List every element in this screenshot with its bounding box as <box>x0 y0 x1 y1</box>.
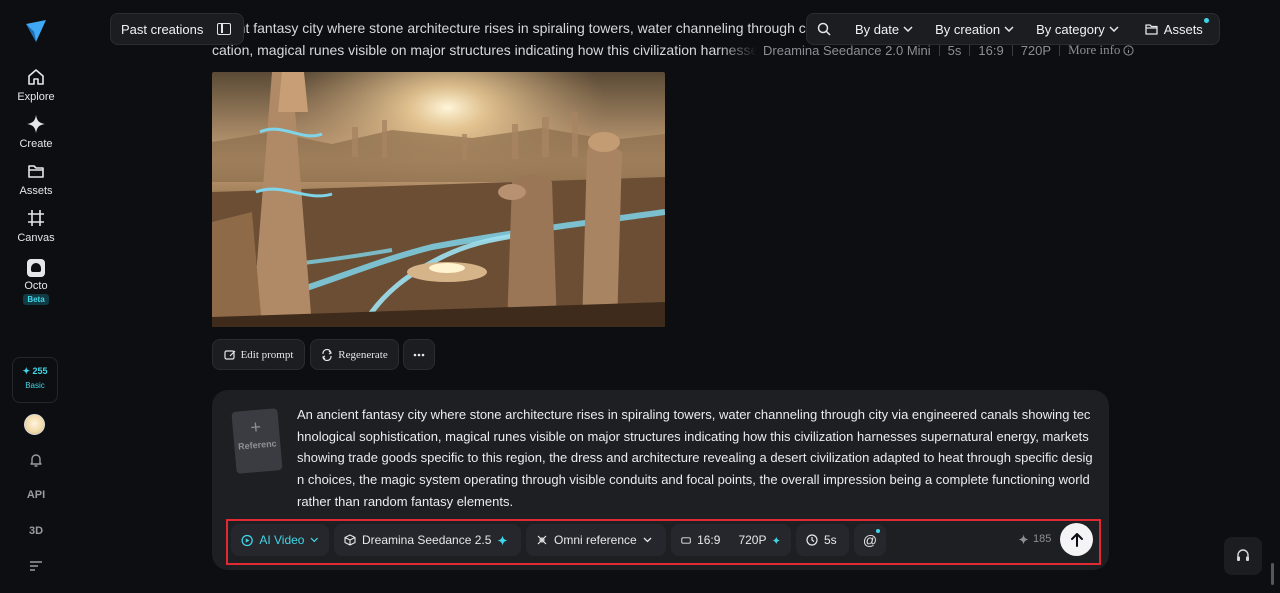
arrow-up-icon <box>1070 533 1083 547</box>
divider <box>938 44 940 56</box>
sidebar-item-canvas[interactable]: Canvas <box>0 208 72 244</box>
filter-label: By creation <box>935 21 1001 37</box>
beta-badge: Beta <box>23 294 49 305</box>
notification-dot <box>876 529 880 533</box>
chevron-down-icon <box>643 537 652 543</box>
regenerate-label: Regenerate <box>338 348 388 361</box>
sidebar-item-label: Octo <box>24 280 48 292</box>
scrollbar-thumb[interactable] <box>1271 563 1274 585</box>
mode-label: AI Video <box>259 533 305 547</box>
octo-icon <box>27 259 45 277</box>
api-link[interactable]: API <box>0 489 72 501</box>
mention-button[interactable]: @ <box>854 524 886 556</box>
filter-label: By date <box>855 21 900 37</box>
ratio-resolution-select[interactable]: 16:9 720P <box>671 524 791 556</box>
sidebar-item-label: Canvas <box>17 232 55 244</box>
divider <box>1059 44 1061 56</box>
mode-select[interactable]: AI Video <box>231 524 329 556</box>
sparkle-icon <box>772 536 781 544</box>
sidebar-item-explore[interactable]: Explore <box>0 67 72 103</box>
notification-dot <box>1203 17 1209 23</box>
filter-by-creation[interactable]: By creation <box>935 22 1014 37</box>
search-icon[interactable] <box>807 22 841 36</box>
filter-label: By category <box>1036 21 1105 37</box>
credit-cost-value: 185 <box>1033 533 1052 545</box>
edit-icon <box>223 349 235 360</box>
more-options-button[interactable] <box>403 339 435 370</box>
edit-prompt-button[interactable]: Edit prompt <box>212 339 305 370</box>
duration-label: 5s <box>824 533 837 547</box>
generation-prompt-line: ncient fantasy city where stone architec… <box>212 20 806 36</box>
sidebar-item-assets[interactable]: Assets <box>0 161 72 197</box>
reference-upload[interactable]: + Referenc <box>231 408 283 474</box>
dreamina-logo-icon[interactable] <box>24 18 48 44</box>
chevron-down-icon <box>310 537 319 543</box>
sidebar-item-label: Explore <box>17 91 55 103</box>
credits-count: ✦ 255 <box>22 366 48 376</box>
sidebar-toggle-icon <box>217 23 232 35</box>
resolution-label: 720P <box>738 533 767 547</box>
sparkle-icon <box>497 535 508 545</box>
sidebar-item-octo[interactable]: Octo Beta <box>0 259 72 305</box>
divider <box>969 44 971 56</box>
filter-by-category[interactable]: By category <box>1036 22 1119 37</box>
sparkle-icon <box>26 114 46 134</box>
generation-prompt-line: cation, magical runes visible on major s… <box>212 42 757 60</box>
filter-bar: By date By creation By category Assets <box>806 13 1220 45</box>
3d-link[interactable]: 3D <box>0 525 72 537</box>
app-root: Explore Create Assets Canvas Octo Beta ✦… <box>0 0 1280 593</box>
menu-icon[interactable] <box>0 560 72 572</box>
reference-mode-label: Omni reference <box>554 533 637 547</box>
generate-button[interactable] <box>1060 523 1093 556</box>
edit-prompt-label: Edit prompt <box>240 348 294 361</box>
support-button[interactable] <box>1224 537 1262 575</box>
bell-icon[interactable] <box>0 452 72 468</box>
headset-icon <box>1237 549 1249 561</box>
divider <box>1011 44 1013 56</box>
sidebar-item-create[interactable]: Create <box>0 114 72 150</box>
chevron-down-icon <box>1004 26 1014 32</box>
sidebar: Explore Create Assets Canvas Octo Beta ✦… <box>0 0 72 593</box>
generated-image[interactable] <box>212 72 665 327</box>
home-icon <box>26 67 46 87</box>
avatar[interactable] <box>24 414 45 435</box>
plus-icon: + <box>249 416 262 438</box>
credits-value: 255 <box>32 366 48 376</box>
plan-label: Basic <box>25 381 45 390</box>
model-label: Dreamina Seedance 2.5 <box>362 533 492 547</box>
omni-reference-icon <box>537 535 547 545</box>
chevron-down-icon <box>903 26 913 32</box>
folder-icon <box>26 161 46 181</box>
canvas-icon <box>26 208 46 228</box>
mention-label: @ <box>862 532 878 548</box>
regenerate-button[interactable]: Regenerate <box>310 339 399 370</box>
model-select[interactable]: Dreamina Seedance 2.5 <box>334 524 521 556</box>
assets-button[interactable]: Assets <box>1145 17 1209 37</box>
assets-label: Assets <box>1163 21 1203 37</box>
info-icon <box>1123 44 1135 56</box>
reference-label: Referenc <box>237 438 277 452</box>
chevron-down-icon <box>1109 26 1119 32</box>
cube-icon <box>344 534 356 546</box>
sparkle-icon <box>1018 534 1029 544</box>
past-creations-label: Past creations <box>121 21 204 37</box>
sidebar-item-label: Assets <box>19 185 53 197</box>
refresh-icon <box>322 348 333 361</box>
reference-mode-select[interactable]: Omni reference <box>526 524 666 556</box>
clock-icon <box>806 534 818 546</box>
prompt-input[interactable]: An ancient fantasy city where stone arch… <box>297 404 1093 513</box>
folder-icon <box>1145 24 1158 35</box>
filter-by-date[interactable]: By date <box>855 22 913 37</box>
video-mode-icon <box>241 534 253 546</box>
prompt-composer: + Referenc An ancient fantasy city where… <box>212 390 1109 570</box>
more-icon <box>413 353 425 356</box>
ratio-label: 16:9 <box>697 533 721 547</box>
sidebar-item-label: Create <box>19 138 53 150</box>
aspect-ratio-icon <box>681 536 691 544</box>
past-creations-button[interactable]: Past creations <box>110 13 244 45</box>
duration-select[interactable]: 5s <box>796 524 849 556</box>
credit-cost: 185 <box>1018 533 1051 545</box>
credits-box[interactable]: ✦ 255 Basic <box>12 357 58 403</box>
